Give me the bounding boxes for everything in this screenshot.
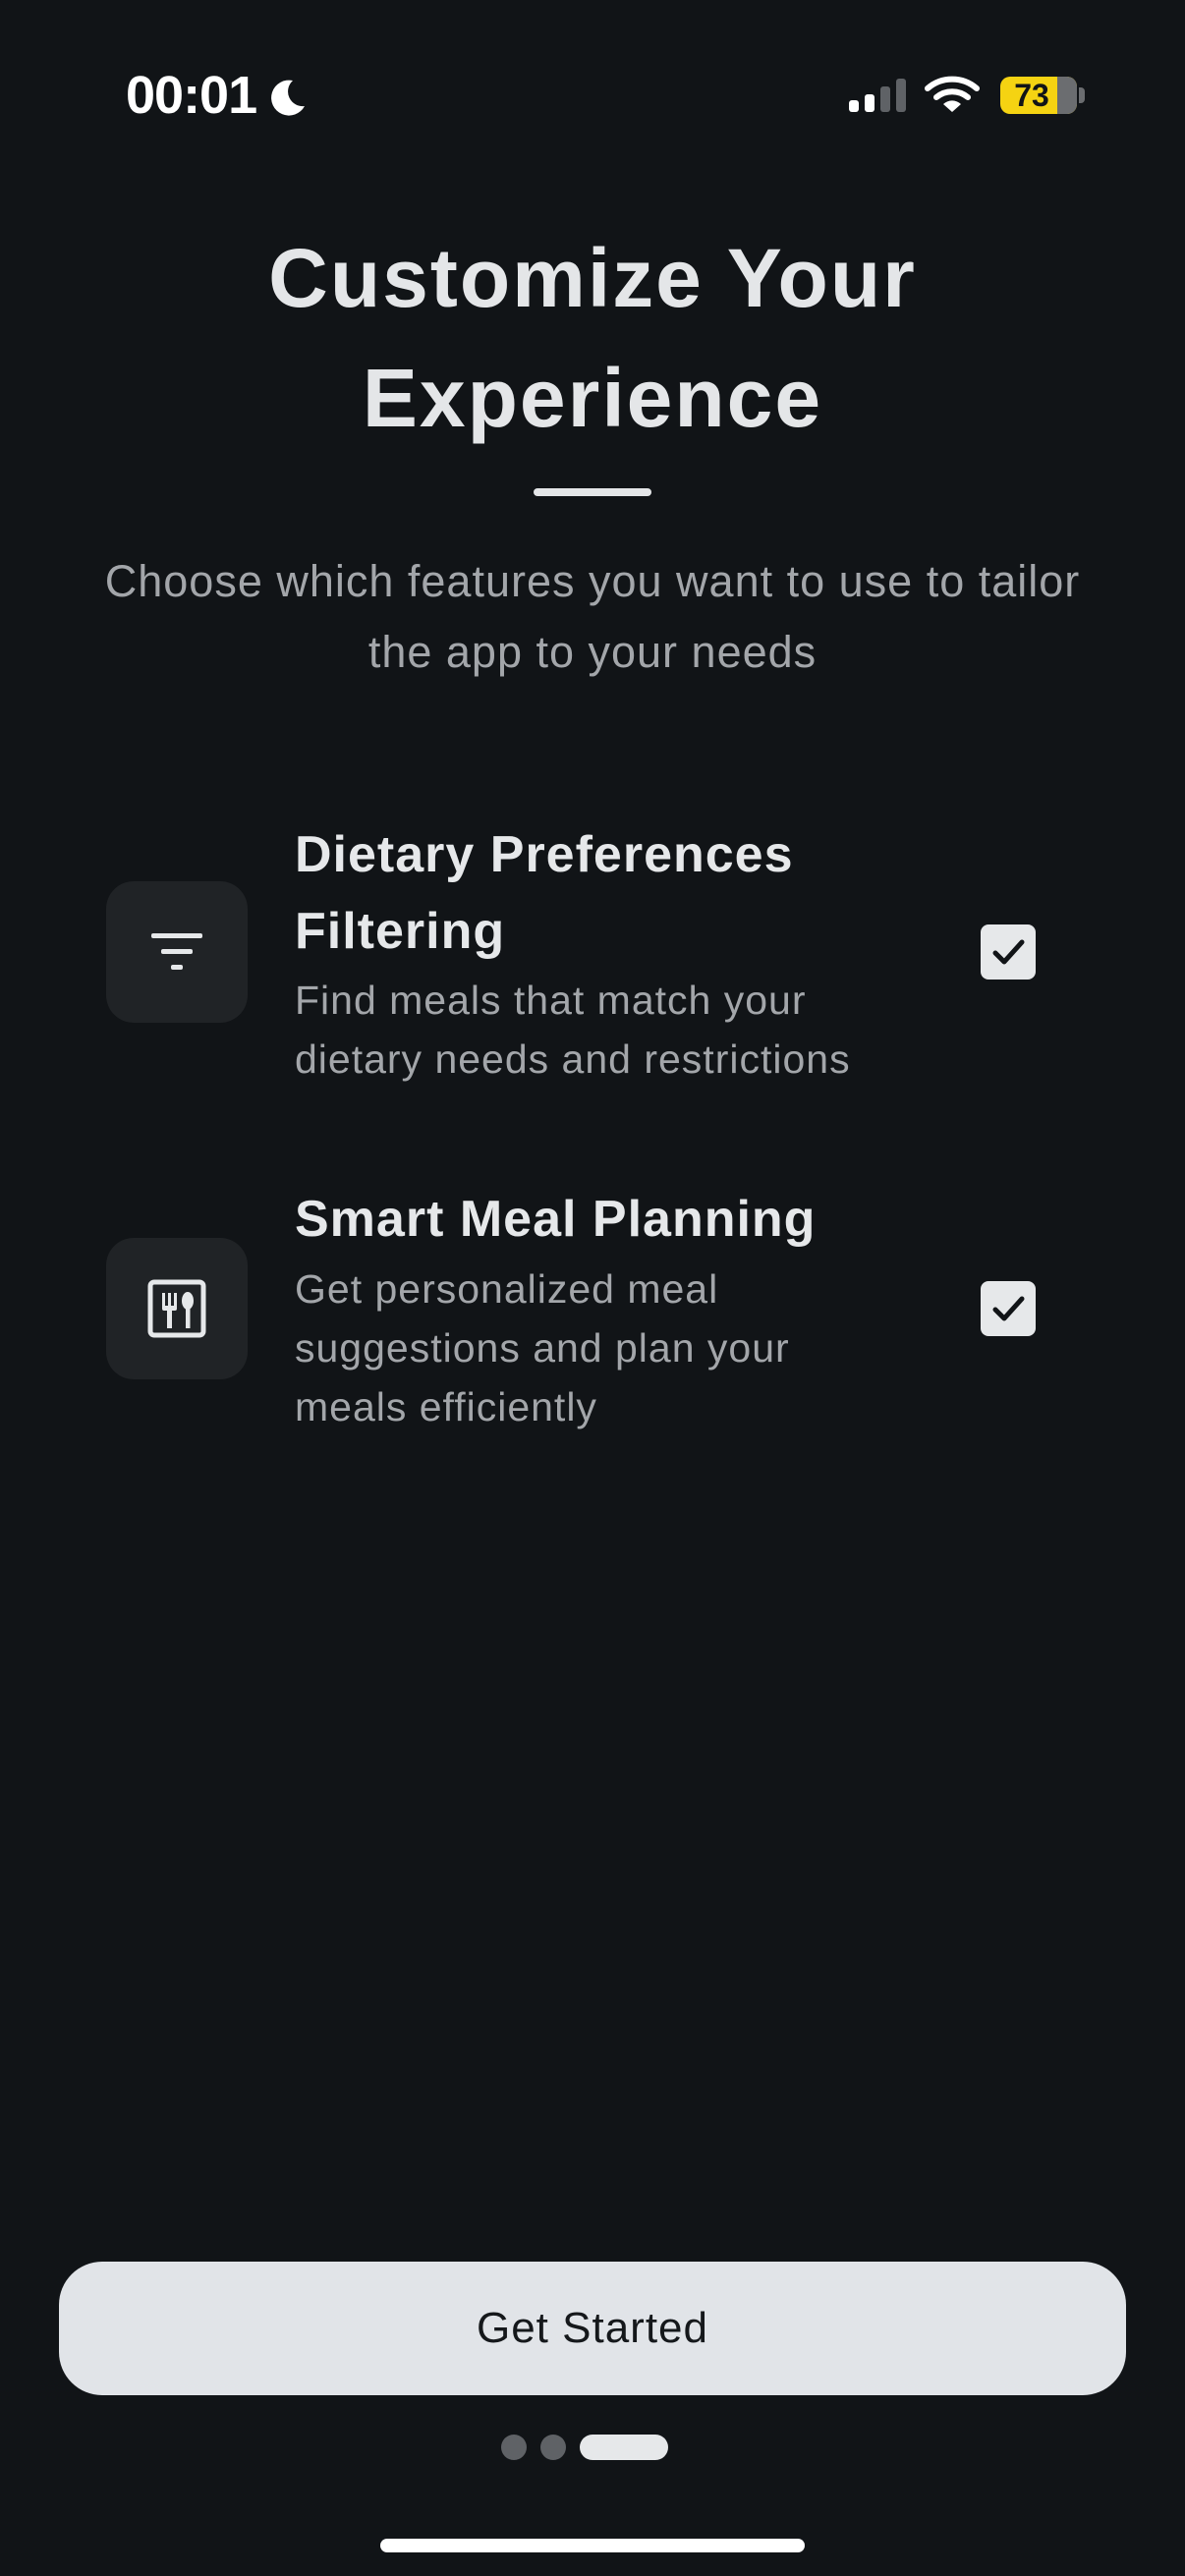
status-bar: 00:01 73 [0, 0, 1185, 196]
battery-level: 73 [1014, 77, 1049, 113]
feature-title: Dietary Preferences Filtering [295, 826, 794, 960]
page-dot [501, 2435, 527, 2460]
feature-description: Find meals that match your dietary needs… [295, 978, 851, 1082]
feature-description: Get personalized meal suggestions and pl… [295, 1266, 790, 1429]
wifi-icon [925, 76, 980, 112]
smart-meal-planning-checkbox[interactable] [981, 1281, 1036, 1336]
checkmark-icon [992, 939, 1025, 965]
page-dot [540, 2435, 566, 2460]
feature-icon-tile [106, 1238, 248, 1379]
dietary-preferences-checkbox[interactable] [981, 924, 1036, 980]
title-divider [534, 488, 651, 496]
get-started-button[interactable]: Get Started [59, 2262, 1126, 2395]
cellular-signal-icon [849, 79, 906, 112]
page-subtitle: Choose which features you want to use to… [104, 556, 1081, 677]
filter-icon [151, 933, 202, 970]
page-dot-active [580, 2435, 668, 2460]
page-title: Customize Your Experience [268, 232, 917, 444]
battery-tip [1079, 87, 1085, 103]
feature-title: Smart Meal Planning [295, 1191, 817, 1248]
moon-icon [271, 80, 305, 116]
page-indicator [0, 2435, 1185, 2460]
battery-indicator: 73 [1000, 77, 1077, 114]
utensils-icon [147, 1279, 206, 1338]
feature-icon-tile [106, 881, 248, 1023]
status-time: 00:01 [126, 66, 257, 125]
checkmark-icon [992, 1296, 1025, 1321]
home-indicator[interactable] [380, 2539, 805, 2552]
